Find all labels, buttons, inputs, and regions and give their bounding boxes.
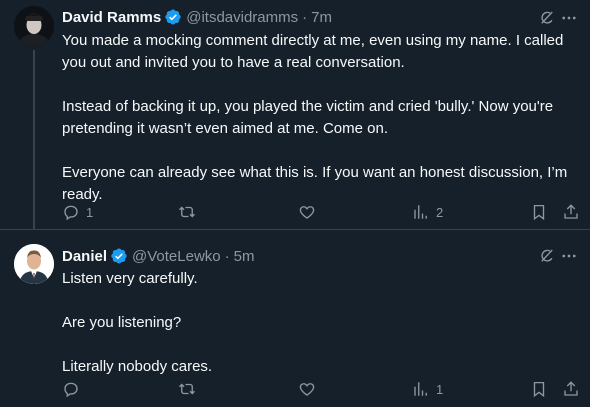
retweet-icon bbox=[179, 206, 195, 218]
reply-count: 1 bbox=[86, 204, 94, 220]
author-handle[interactable]: @itsdavidramms bbox=[186, 9, 298, 26]
tweet-text: Listen very carefully. Are you listening… bbox=[62, 268, 578, 378]
bookmark-button[interactable] bbox=[530, 377, 548, 401]
like-icon bbox=[299, 383, 315, 396]
grok-icon[interactable] bbox=[538, 9, 556, 27]
retweet-button[interactable] bbox=[178, 377, 202, 401]
tweet-paragraph: Listen very carefully. bbox=[62, 270, 198, 287]
views-icon bbox=[414, 382, 427, 396]
reply-thread: David Ramms @itsdavidramms · 7m You made… bbox=[0, 0, 590, 407]
verified-badge-icon bbox=[164, 8, 182, 26]
share-button[interactable] bbox=[562, 200, 580, 224]
separator-dot: · bbox=[224, 247, 230, 265]
reply-button[interactable]: 1 bbox=[62, 200, 93, 224]
author-name[interactable]: Daniel bbox=[62, 248, 107, 265]
tweet-daniel[interactable]: Daniel @VoteLewko · 5m Listen very caref… bbox=[0, 229, 590, 407]
tweet-david-ramms[interactable]: David Ramms @itsdavidramms · 7m You made… bbox=[0, 0, 590, 229]
views-icon bbox=[414, 205, 427, 219]
tweet-paragraph: Literally nobody cares. bbox=[62, 358, 213, 375]
tweet-header: Daniel @VoteLewko · 5m bbox=[62, 245, 254, 267]
reply-button[interactable] bbox=[62, 377, 86, 401]
views-button[interactable]: 1 bbox=[412, 377, 443, 401]
timestamp[interactable]: 7m bbox=[311, 9, 332, 26]
more-icon[interactable] bbox=[560, 247, 578, 265]
avatar[interactable] bbox=[14, 244, 54, 284]
retweet-button[interactable] bbox=[178, 200, 202, 224]
tweet-paragraph: You made a mocking comment directly at m… bbox=[62, 32, 564, 71]
reply-icon bbox=[64, 205, 78, 221]
views-count: 2 bbox=[436, 204, 444, 220]
grok-icon[interactable] bbox=[538, 247, 556, 265]
bookmark-button[interactable] bbox=[530, 200, 548, 224]
like-icon bbox=[299, 206, 315, 219]
tweet-header: David Ramms @itsdavidramms · 7m bbox=[62, 6, 332, 28]
action-bar: 1 2 bbox=[0, 200, 590, 224]
bookmark-icon bbox=[533, 381, 545, 398]
tweet-paragraph: Are you listening? bbox=[62, 314, 182, 331]
retweet-icon bbox=[179, 383, 195, 395]
more-icon[interactable] bbox=[560, 9, 578, 27]
action-bar: 1 bbox=[0, 377, 590, 401]
timestamp[interactable]: 5m bbox=[234, 248, 255, 265]
share-button[interactable] bbox=[562, 377, 580, 401]
reply-icon bbox=[64, 382, 78, 398]
tweet-text: You made a mocking comment directly at m… bbox=[62, 30, 578, 206]
separator-dot: · bbox=[302, 8, 308, 26]
author-handle[interactable]: @VoteLewko bbox=[132, 248, 221, 265]
avatar[interactable] bbox=[14, 6, 54, 46]
share-icon bbox=[564, 204, 578, 219]
share-icon bbox=[564, 381, 578, 396]
like-button[interactable] bbox=[298, 200, 322, 224]
views-count: 1 bbox=[436, 381, 444, 397]
author-name[interactable]: David Ramms bbox=[62, 9, 161, 26]
tweet-paragraph: Instead of backing it up, you played the… bbox=[62, 98, 554, 137]
views-button[interactable]: 2 bbox=[412, 200, 443, 224]
verified-badge-icon bbox=[110, 247, 128, 265]
like-button[interactable] bbox=[298, 377, 322, 401]
bookmark-icon bbox=[533, 204, 545, 221]
